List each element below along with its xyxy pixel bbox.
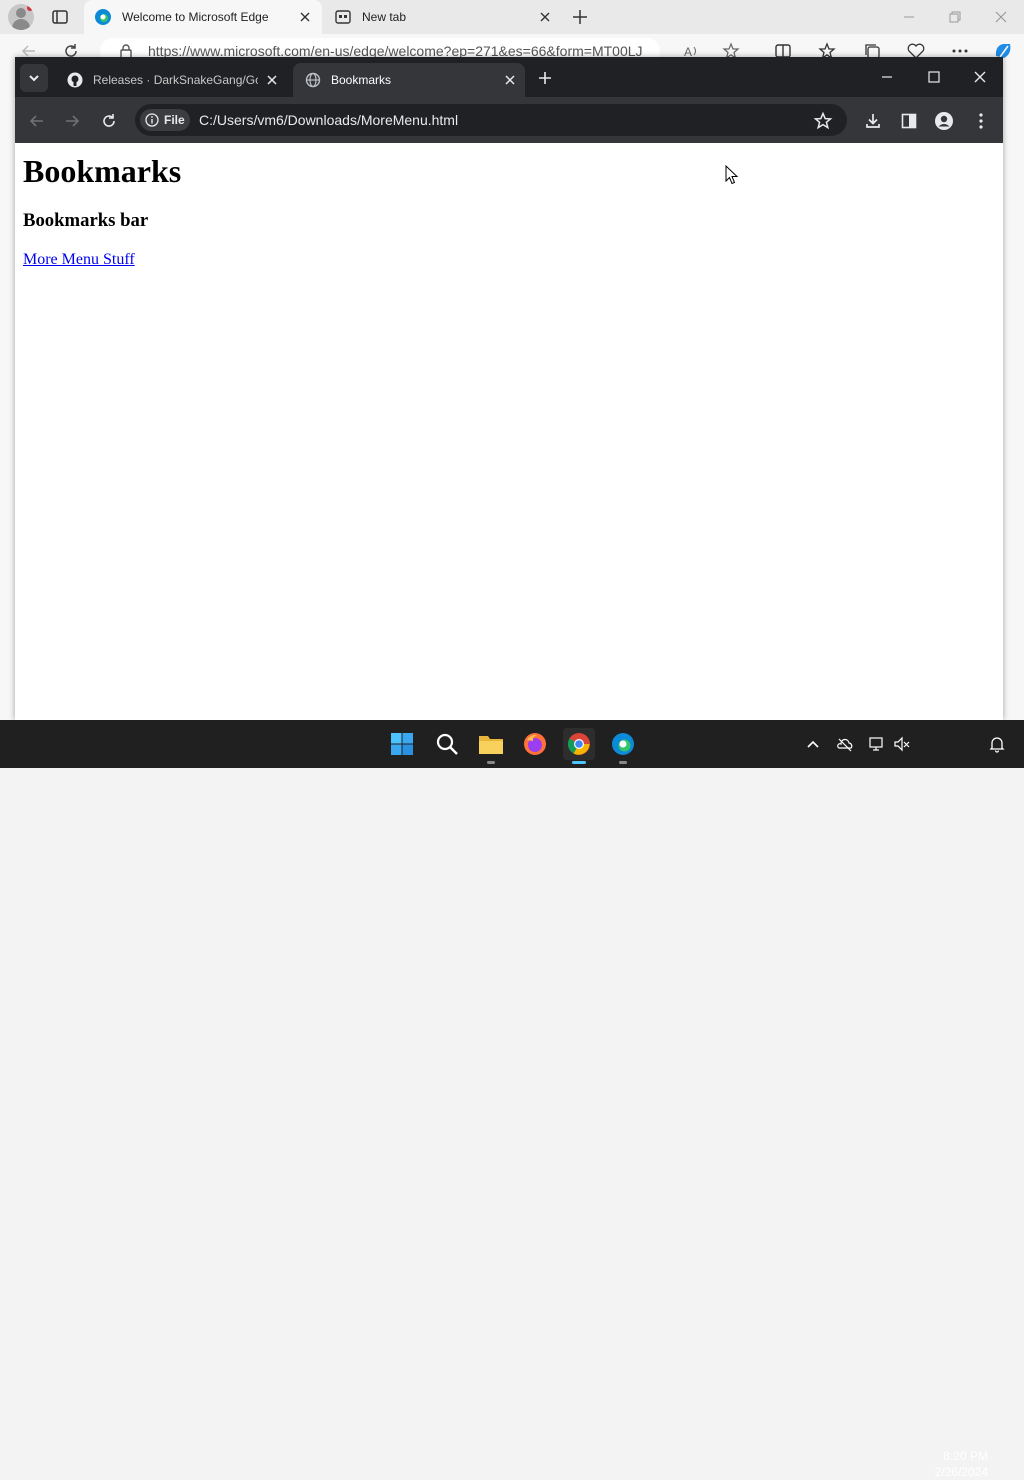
new-tab-plus-icon[interactable] — [570, 7, 590, 27]
minimize-icon[interactable] — [900, 8, 918, 26]
tab-actions-icon[interactable] — [50, 7, 70, 27]
chrome-window: Releases · DarkSnakeGang/Goo Bookmarks F… — [15, 57, 1003, 720]
close-icon[interactable] — [265, 73, 279, 87]
firefox-button[interactable] — [519, 728, 551, 760]
file-explorer-icon — [479, 736, 503, 754]
edge-button[interactable] — [607, 728, 639, 764]
new-tab-page-icon — [334, 8, 352, 26]
chrome-menu-icon[interactable] — [971, 111, 991, 131]
close-icon[interactable] — [298, 10, 312, 24]
edge-icon — [612, 733, 634, 755]
taskbar-search-button[interactable] — [431, 728, 463, 760]
side-panel-icon[interactable] — [899, 111, 919, 131]
edge-tab-label: New tab — [362, 10, 407, 24]
info-icon — [145, 113, 159, 127]
profile-avatar-icon[interactable] — [934, 111, 954, 131]
chrome-icon — [568, 733, 590, 755]
close-window-icon[interactable] — [971, 68, 989, 86]
new-tab-plus-icon[interactable] — [536, 69, 554, 87]
bookmark-star-icon[interactable] — [813, 111, 833, 131]
edge-tab-newtab[interactable]: New tab — [324, 0, 562, 34]
more-menu-stuff-link[interactable]: More Menu Stuff — [23, 250, 135, 270]
edge-tab-welcome[interactable]: Welcome to Microsoft Edge — [84, 0, 322, 34]
close-icon[interactable] — [538, 10, 552, 24]
page-content: Bookmarks Bookmarks bar More Menu Stuff — [15, 143, 1003, 720]
edge-profile-avatar[interactable] — [8, 4, 34, 30]
download-icon[interactable] — [863, 111, 883, 131]
clock-date: 2/26/2024 — [934, 1465, 988, 1479]
chrome-tab-bookmarks[interactable]: Bookmarks — [293, 63, 525, 97]
network-icon[interactable] — [868, 735, 886, 753]
clock-time: 8:20 PM — [943, 1449, 988, 1463]
start-button[interactable] — [386, 728, 418, 760]
chrome-tab-strip: Releases · DarkSnakeGang/Goo Bookmarks — [15, 57, 1003, 97]
chrome-tab-releases[interactable]: Releases · DarkSnakeGang/Goo — [55, 63, 287, 97]
taskbar: 8:20 PM 2/26/2024 — [0, 720, 1024, 1479]
chrome-tab-label: Releases · DarkSnakeGang/Goo — [93, 73, 258, 87]
edge-tab-strip: Welcome to Microsoft Edge New tab — [0, 0, 1024, 34]
firefox-icon — [524, 733, 546, 755]
chevron-up-icon[interactable] — [804, 735, 822, 753]
running-indicator — [619, 761, 627, 764]
site-info-chip[interactable]: File — [140, 109, 190, 131]
start-icon — [391, 733, 413, 755]
search-icon — [436, 733, 458, 755]
running-indicator — [487, 761, 495, 764]
page-subheading: Bookmarks bar — [23, 210, 149, 231]
github-icon — [67, 72, 83, 88]
system-clock[interactable]: 8:20 PM 2/26/2024 — [918, 1448, 988, 1480]
tab-search-button[interactable] — [20, 64, 48, 92]
close-window-icon[interactable] — [992, 8, 1010, 26]
back-arrow-icon[interactable] — [27, 111, 47, 131]
edge-sidebar — [1003, 68, 1024, 720]
maximize-icon[interactable] — [925, 68, 943, 86]
site-chip-label: File — [164, 113, 185, 127]
volume-muted-icon[interactable] — [893, 735, 911, 753]
chrome-tab-label: Bookmarks — [331, 73, 392, 87]
chevron-down-icon — [29, 75, 39, 82]
close-icon[interactable] — [503, 73, 517, 87]
globe-icon — [305, 72, 321, 88]
file-explorer-button[interactable] — [475, 728, 507, 764]
page-heading: Bookmarks — [23, 153, 182, 189]
notifications-bell-icon[interactable] — [988, 735, 1006, 753]
edge-icon — [94, 8, 112, 26]
restore-icon[interactable] — [946, 8, 964, 26]
minimize-icon[interactable] — [878, 68, 896, 86]
onedrive-icon[interactable] — [836, 735, 854, 753]
forward-arrow-icon[interactable] — [62, 111, 82, 131]
reload-icon[interactable] — [99, 111, 119, 131]
edge-tab-label: Welcome to Microsoft Edge — [122, 10, 269, 24]
active-indicator — [572, 761, 586, 764]
mouse-cursor-icon — [725, 165, 739, 185]
chrome-button[interactable] — [563, 728, 595, 764]
chrome-url-text[interactable]: C:/Users/vm6/Downloads/MoreMenu.html — [199, 112, 458, 128]
